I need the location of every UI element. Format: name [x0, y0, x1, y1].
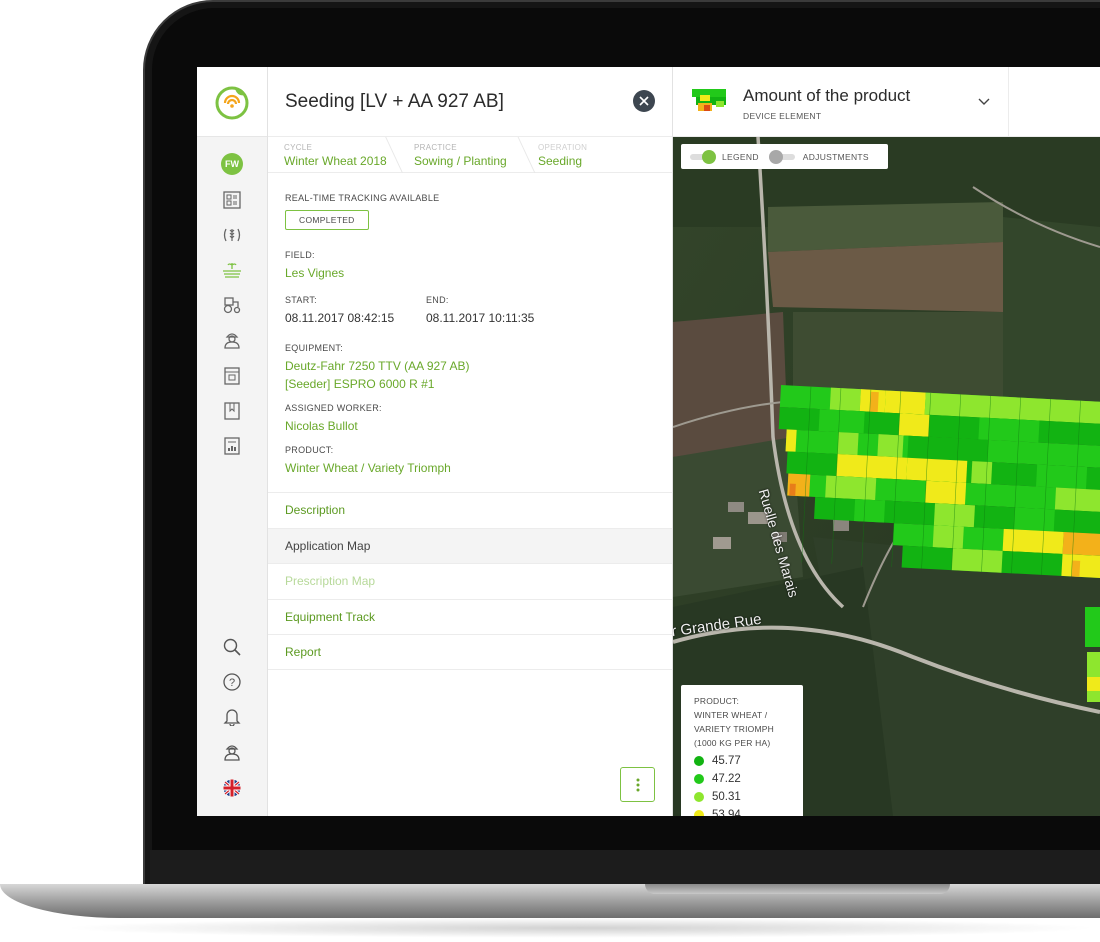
legend-toggle-label: LEGEND	[722, 151, 759, 162]
more-options-button[interactable]	[620, 767, 655, 802]
menu-application-map[interactable]: Application Map	[268, 527, 672, 563]
product-label: PRODUCT:	[285, 445, 334, 455]
operation-detail-panel: Seeding [LV + AA 927 AB] CYCLE Winter Wh…	[268, 67, 673, 816]
satellite-map[interactable]: Ruelle des Marais r Grande Rue LEGEND AD…	[673, 137, 1100, 816]
legend-title-line: (1000 KG PER HA)	[694, 738, 771, 748]
map-subtitle: DEVICE ELEMENT	[743, 111, 822, 121]
legend-swatch	[694, 791, 704, 802]
menu-report[interactable]: Report	[268, 634, 672, 670]
start-label: START:	[285, 295, 317, 305]
legend-swatch	[694, 773, 704, 784]
report-icon[interactable]	[219, 433, 245, 459]
laptop-chin	[150, 850, 1100, 885]
legend-entry: 47.22	[694, 772, 803, 787]
status-badge: COMPLETED	[285, 210, 369, 230]
legend-swatch	[694, 809, 704, 816]
legend-value: 50.31	[712, 790, 741, 803]
breadcrumb-cycle-value: Winter Wheat 2018	[284, 154, 387, 168]
laptop-mockup: FW ? Seeding [LV + AA 927 AB] CYCLE Wint…	[0, 0, 1100, 942]
adjustments-toggle-knob	[768, 149, 783, 164]
svg-text:?: ?	[229, 677, 235, 689]
help-icon[interactable]: ?	[219, 669, 245, 695]
start-value: 08.11.2017 08:42:15	[285, 311, 395, 325]
bell-icon[interactable]	[219, 704, 245, 730]
panel-header: Seeding [LV + AA 927 AB]	[268, 67, 672, 137]
legend-toggle[interactable]: LEGEND	[690, 149, 759, 164]
operation-info: REAL-TIME TRACKING AVAILABLE COMPLETED F…	[268, 173, 672, 477]
book-icon[interactable]	[219, 398, 245, 424]
tracking-label: REAL-TIME TRACKING AVAILABLE	[285, 193, 440, 203]
adjustments-toggle[interactable]: ADJUSTMENTS	[768, 149, 869, 164]
adjustments-toggle-label: ADJUSTMENTS	[802, 151, 869, 162]
breadcrumb-operation-value: Seeding	[538, 154, 583, 168]
app-logo-icon	[215, 86, 249, 119]
laptop-notch	[645, 884, 950, 894]
equipment-label: EQUIPMENT:	[285, 343, 344, 353]
time-range: START: 08.11.2017 08:42:15 END: 08.11.20…	[285, 295, 655, 325]
legend-swatch	[694, 755, 704, 766]
icon-rail: FW ?	[197, 67, 268, 816]
map-title: Amount of the product	[743, 86, 911, 105]
user-avatar[interactable]: FW	[219, 151, 245, 177]
map-thumbnail-icon	[692, 89, 726, 111]
legend-title-line: VARIETY TRIOMPH	[694, 724, 774, 734]
equipment-tractor[interactable]: Deutz-Fahr 7250 TTV (AA 927 AB)	[285, 357, 655, 375]
breadcrumb-practice[interactable]: PRACTICE Sowing / Planting	[394, 137, 518, 172]
avatar-initials: FW	[221, 153, 243, 175]
worker-label: ASSIGNED WORKER:	[285, 403, 382, 413]
menu-description[interactable]: Description	[268, 492, 672, 528]
breadcrumb: CYCLE Winter Wheat 2018 PRACTICE Sowing …	[268, 137, 672, 173]
equipment-seeder[interactable]: [Seeder] ESPRO 6000 R #1	[285, 375, 655, 393]
map-legend: PRODUCT: WINTER WHEAT / VARIETY TRIOMPH …	[681, 685, 803, 816]
operation-menu: Description Application Map Prescription…	[268, 492, 672, 670]
breadcrumb-operation[interactable]: OPERATION Seeding	[518, 137, 587, 172]
legend-entries: 45.7747.2250.3153.9457.0360.2564.02	[694, 754, 803, 816]
end-value: 08.11.2017 10:11:35	[426, 311, 535, 325]
uk-flag-icon[interactable]	[219, 775, 245, 801]
field-operations-icon[interactable]	[219, 257, 245, 283]
end-label: END:	[426, 295, 449, 305]
adjustments-toggle-track	[768, 149, 795, 164]
legend-value: 47.22	[712, 772, 741, 785]
legend-value: 53.94	[712, 808, 741, 816]
product-value[interactable]: Winter Wheat / Variety Triomph	[285, 459, 655, 477]
legend-toggle-knob	[702, 149, 716, 164]
legend-value: 45.77	[712, 754, 741, 767]
crop-icon[interactable]	[219, 222, 245, 248]
legend-title-line: PRODUCT:	[694, 696, 740, 706]
header-divider	[1008, 67, 1009, 137]
breadcrumb-cycle-key: CYCLE	[284, 143, 313, 152]
breadcrumb-practice-value: Sowing / Planting	[414, 154, 507, 168]
layer-dropdown[interactable]	[978, 93, 990, 111]
legend-title-line: WINTER WHEAT /	[694, 710, 768, 720]
close-icon	[639, 96, 649, 106]
map-header: Amount of the product DEVICE ELEMENT	[673, 67, 1100, 137]
legend-entry: 53.94	[694, 808, 803, 816]
app-screen: FW ? Seeding [LV + AA 927 AB] CYCLE Wint…	[197, 67, 1100, 816]
legend-entry: 50.31	[694, 790, 803, 805]
breadcrumb-practice-key: PRACTICE	[414, 143, 457, 152]
breadcrumb-operation-key: OPERATION	[538, 143, 588, 152]
map-toggle-bar: LEGEND ADJUSTMENTS	[681, 144, 888, 169]
legend-toggle-track	[690, 149, 716, 164]
close-button[interactable]	[633, 90, 655, 112]
field-value[interactable]: Les Vignes	[285, 264, 655, 282]
legend-entry: 45.77	[694, 754, 803, 769]
menu-prescription-map[interactable]: Prescription Map	[268, 563, 672, 599]
profile-icon[interactable]	[219, 739, 245, 765]
menu-equipment-track[interactable]: Equipment Track	[268, 598, 672, 635]
field-label: FIELD:	[285, 250, 315, 260]
page-title: Seeding [LV + AA 927 AB]	[285, 90, 504, 112]
laptop-shadow	[60, 918, 1100, 938]
search-icon[interactable]	[219, 634, 245, 660]
worker-icon[interactable]	[219, 327, 245, 353]
dashboard-icon[interactable]	[219, 187, 245, 213]
storage-icon[interactable]	[219, 363, 245, 389]
breadcrumb-cycle[interactable]: CYCLE Winter Wheat 2018	[268, 137, 394, 172]
app-logo[interactable]	[197, 67, 267, 137]
more-vertical-icon	[636, 778, 639, 791]
worker-value[interactable]: Nicolas Bullot	[285, 417, 655, 435]
chevron-down-icon	[978, 98, 990, 105]
tractor-icon[interactable]	[219, 292, 245, 318]
